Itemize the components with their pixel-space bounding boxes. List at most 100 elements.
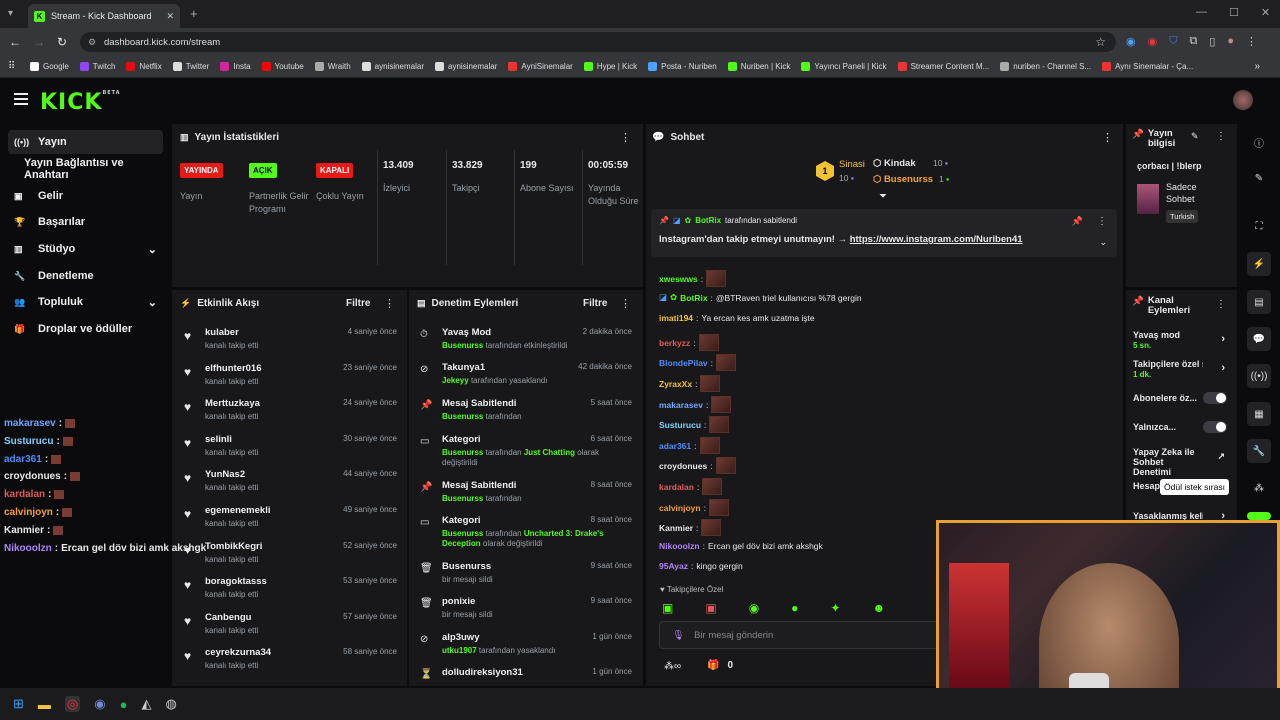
chat-message[interactable]: makarasev: [659, 396, 732, 413]
apps-grid-icon[interactable]: ⠿ [8, 61, 15, 72]
tab-search-icon[interactable]: ▾ [8, 8, 13, 19]
filter-button[interactable]: Filtre [583, 298, 607, 309]
bookmark-item[interactable]: AyniSinemalar [508, 62, 573, 71]
category-thumbnail[interactable] [1137, 184, 1159, 214]
chat-username[interactable]: xweswws [659, 274, 698, 284]
info-icon[interactable]: ⓘ [1247, 130, 1271, 154]
chat-username[interactable]: kardalan [659, 482, 694, 492]
category-name[interactable]: Sadece Sohbet [1166, 181, 1226, 205]
bookmark-item[interactable]: Twitch [79, 62, 115, 71]
external-link-icon[interactable]: ↗ [1217, 451, 1225, 461]
site-info-icon[interactable]: ⚙ [88, 37, 96, 48]
channel-action-item[interactable]: Yapay Zeka ile Sohbet Denetimi ↗ [1133, 447, 1229, 477]
bookmark-item[interactable]: Yayıncı Paneli | Kick [801, 62, 887, 71]
microphone-icon[interactable]: 🎙 [672, 630, 684, 641]
discord-icon[interactable]: ◉ [94, 696, 105, 712]
bookmark-item[interactable]: Google [30, 62, 69, 71]
bookmark-item[interactable]: aynisinemalar [361, 62, 424, 71]
chat-username[interactable]: adar361 [659, 441, 691, 451]
app-icon[interactable]: ◭ [141, 696, 151, 712]
sidebar-item[interactable]: 👥 Topluluk ⌄ [8, 290, 163, 314]
activity-user[interactable]: kulaber [205, 327, 258, 338]
activity-item[interactable]: ♥ selinli kanalı takip etti 30 saniye önce [180, 434, 405, 464]
activity-item[interactable]: ♥ TombikKegri kanalı takip etti 52 saniye ö… [180, 541, 405, 571]
more-options-icon[interactable]: ⋮ [620, 297, 631, 310]
file-explorer-icon[interactable]: ▬ [38, 697, 51, 712]
sidebar-item[interactable]: 🔧 Denetleme [8, 264, 163, 288]
chat-message[interactable]: ◪ ✿ BotRix: @BTRaven triel kullanıcısı %78 … [659, 292, 862, 303]
moderation-item[interactable]: ▭ Kategori Busenurss tarafından Uncharted … [418, 515, 640, 551]
sidebar-item[interactable]: 🎁 Droplar ve ödüller [8, 317, 163, 341]
moderator-name[interactable]: Busenurss [442, 448, 483, 457]
bookmark-star-icon[interactable]: ☆ [1095, 35, 1106, 49]
activity-item[interactable]: ♥ egemenemekli kanalı takip etti 49 saniye … [180, 505, 405, 535]
unpin-icon[interactable]: 📌 [1072, 216, 1083, 227]
bookmark-item[interactable]: Wraith [314, 62, 351, 71]
edit-icon[interactable]: ✎ [1191, 131, 1199, 142]
sidebar-item[interactable]: Yayın Bağlantısı ve Anahtarı [8, 157, 163, 181]
chat-username[interactable]: calvinjoyn [659, 503, 701, 513]
activity-item[interactable]: ♥ YunNas2 kanalı takip etti 44 saniye önce [180, 469, 405, 499]
chat-message[interactable]: calvinjoyn: [659, 499, 729, 516]
moderation-item[interactable]: 🗑 Busenurss bir mesajı sildi 9 saat önce [418, 561, 640, 597]
moderator-name[interactable]: Busenurss [442, 412, 483, 421]
moderator-name[interactable]: Busenurss [442, 341, 483, 350]
activity-item[interactable]: ♥ ceyrekzurna34 kanalı takip etti 58 saniye… [180, 647, 405, 677]
activity-user[interactable]: TombikKegri [205, 541, 262, 552]
bookmark-item[interactable]: Nuriben | Kick [727, 62, 790, 71]
pinned-by[interactable]: BotRix [695, 216, 721, 225]
moderation-item[interactable]: 📌 Mesaj Sabitlendi Busenurss tarafından 8 s… [418, 480, 640, 516]
chat-message[interactable]: croydonues: [659, 457, 736, 474]
url-bar[interactable]: ⚙ dashboard.kick.com/stream ☆ [80, 32, 1116, 52]
sidebar-item[interactable]: ((•)) Yayın [8, 130, 163, 154]
moderation-item[interactable]: 🗑 ponixie bir mesajı sildi 9 saat önce [418, 596, 640, 632]
chat-message[interactable]: ZyraxXx: [659, 375, 721, 392]
chrome-icon[interactable]: ◎ [64, 696, 81, 712]
filter-button[interactable]: Filtre [346, 298, 370, 309]
chat-message[interactable]: Nikooolzn: Ercan gel döv bizi amk akshgk [659, 541, 823, 551]
activity-user[interactable]: Merttuzkaya [205, 398, 260, 409]
windows-start-icon[interactable]: ⊞ [13, 696, 24, 712]
gift-counter[interactable]: 🎁 0 [707, 660, 733, 671]
more-options-icon[interactable]: ⋮ [1216, 299, 1226, 310]
collapse-icon[interactable]: ⏷ [879, 191, 887, 202]
more-options-icon[interactable]: ⋮ [384, 297, 395, 310]
menu-dots-icon[interactable]: ⋮ [1246, 35, 1257, 48]
layers-icon[interactable]: ▦ [1247, 402, 1271, 426]
activity-user[interactable]: ceyrekzurna34 [205, 647, 271, 658]
sidebar-item[interactable]: ▣ Gelir [8, 184, 163, 208]
maximize-icon[interactable]: ☐ [1229, 6, 1239, 19]
chevron-right-icon[interactable]: › [1221, 334, 1225, 345]
bookmark-item[interactable]: Posta - Nuriben [648, 62, 717, 71]
emote-icon[interactable]: ▣ [705, 601, 716, 615]
toggle-switch[interactable] [1203, 392, 1227, 404]
lightning-icon[interactable]: ⚡ [1247, 252, 1271, 276]
moderation-item[interactable]: ⊘ alp3uwy utku1907 tarafından yasaklandı 1 … [418, 632, 640, 668]
document-icon[interactable]: ▤ [1247, 290, 1271, 314]
activity-item[interactable]: ♥ boragoktasss kanalı takip etti 53 saniye … [180, 576, 405, 606]
bookmark-item[interactable]: Hype | Kick [583, 62, 637, 71]
fullscreen-icon[interactable]: ⛶ [1247, 214, 1271, 238]
bookmark-item[interactable]: Netflix [126, 62, 162, 71]
top-gifter-2[interactable]: ⬡ Kindak [873, 158, 916, 169]
close-window-icon[interactable]: ✕ [1261, 6, 1270, 19]
chevron-down-icon[interactable]: ⌄ [148, 296, 157, 309]
activity-user[interactable]: egemenemekli [205, 505, 270, 516]
activity-user[interactable]: boragoktasss [205, 576, 267, 587]
moderator-name[interactable]: Jekeyy [442, 376, 469, 385]
green-button[interactable] [1247, 512, 1271, 520]
sidebar-item[interactable]: ▥ Stüdyo ⌄ [8, 237, 163, 261]
moderation-item[interactable]: ⊘ Takunya1 Jekeyy tarafından yasaklandı 42 … [418, 362, 640, 398]
top-gifter-name[interactable]: Sinasi [839, 159, 865, 170]
chat-message[interactable]: adar361: [659, 437, 720, 454]
moderation-item[interactable]: 📌 Mesaj Sabitlendi Busenurss tarafından 5 s… [418, 398, 640, 434]
activity-user[interactable]: elfhunter016 [205, 363, 262, 374]
reload-icon[interactable]: ↻ [57, 35, 67, 49]
chat-username[interactable]: makarasev [659, 400, 703, 410]
chat-username[interactable]: 95Ayaz [659, 561, 688, 571]
spotify-icon[interactable]: ● [120, 697, 128, 712]
chat-message[interactable]: xweswws: [659, 270, 727, 287]
chat-username[interactable]: Nikooolzn [659, 541, 700, 551]
reward-queue-icon[interactable]: ⁂ [1247, 476, 1271, 500]
moderator-name[interactable]: Busenurss [442, 494, 483, 503]
